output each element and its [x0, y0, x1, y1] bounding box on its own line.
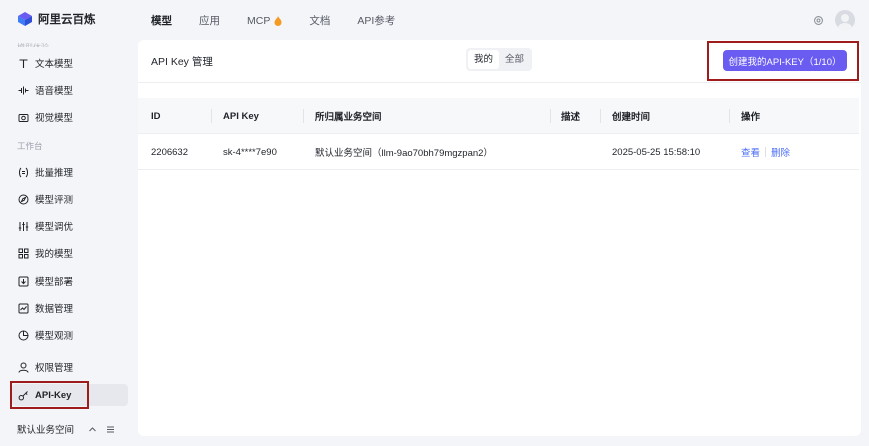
camera-icon [18, 112, 29, 123]
chart-icon [18, 303, 29, 314]
sidebar-item-label: 模型评测 [35, 195, 74, 206]
avatar-body [838, 23, 852, 30]
nav-models[interactable]: 模型 [151, 13, 172, 28]
segment-all[interactable]: 全部 [499, 50, 530, 69]
user-icon [18, 362, 29, 373]
sidebar-item-label: 权限管理 [35, 363, 74, 374]
top-bar: 阿里云百炼 模型 应用 MCP 文档 API参考 [0, 0, 869, 40]
sidebar-item-label: 数据管理 [35, 304, 74, 315]
cell-id: 2206632 [151, 146, 188, 158]
sidebar-item-label: 视觉模型 [35, 113, 74, 124]
sidebar-item-label: 我的模型 [35, 249, 74, 260]
view-link[interactable]: 查看 [741, 145, 760, 159]
nav-mcp-label: MCP [247, 14, 271, 27]
top-nav: 模型 应用 MCP 文档 API参考 [151, 13, 422, 28]
sidebar-item-batch-inference[interactable]: 批量推理 [12, 161, 128, 183]
sidebar-faded-header: 模型体验 [17, 42, 49, 47]
column-divider [600, 109, 601, 123]
column-header-workspace: 所归属业务空间 [315, 112, 382, 123]
column-divider [303, 109, 304, 123]
table-row: 2206632 sk-4****7e90 默认业务空间（llm-9ao70bh7… [138, 134, 859, 170]
chevron-up-icon[interactable] [88, 425, 97, 434]
nav-api-ref[interactable]: API参考 [357, 13, 395, 28]
workspace-switcher[interactable]: 默认业务空间 [17, 422, 115, 436]
avatar-head [841, 14, 849, 22]
logo[interactable]: 阿里云百炼 [17, 11, 96, 27]
workspace-label: 默认业务空间 [17, 425, 75, 436]
sidebar-item-label: 批量推理 [35, 168, 74, 179]
action-divider [765, 147, 767, 157]
column-header-created: 创建时间 [612, 112, 651, 123]
sidebar-item-data-mgmt[interactable]: 数据管理 [12, 297, 128, 319]
column-header-description: 描述 [561, 112, 581, 123]
nav-apps[interactable]: 应用 [199, 13, 220, 28]
column-header-actions: 操作 [741, 112, 761, 123]
nav-mcp[interactable]: MCP [247, 13, 282, 28]
gear-icon [813, 15, 823, 25]
sidebar-item-label: 文本模型 [35, 59, 74, 70]
top-right-tools [811, 10, 855, 30]
column-header-id: ID [151, 110, 161, 122]
column-divider [550, 109, 551, 123]
page-title: API Key 管理 [151, 56, 213, 68]
tune-icon [18, 221, 29, 232]
compass-icon [18, 194, 29, 205]
main-panel: API Key 管理 我的 全部 创建我的API-KEY（1/10） ID AP… [138, 40, 861, 436]
sidebar-item-model-eval[interactable]: 模型评测 [12, 188, 128, 210]
ownership-segmented-control: 我的 全部 [466, 48, 533, 71]
column-divider [729, 109, 730, 123]
sidebar-section-workbench: 工作台 [17, 141, 43, 151]
api-key-table: ID API Key 所归属业务空间 描述 创建时间 操作 2206632 sk… [138, 98, 859, 170]
cell-actions: 查看 删除 [741, 134, 790, 170]
sidebar-item-my-models[interactable]: 我的模型 [12, 242, 128, 264]
sidebar-item-voice-model[interactable]: 语音模型 [12, 79, 128, 101]
sidebar-item-vision-model[interactable]: 视觉模型 [12, 106, 128, 128]
sidebar-item-model-observe[interactable]: 模型观测 [12, 324, 128, 346]
deploy-icon [18, 276, 29, 287]
grid-icon [18, 248, 29, 259]
segment-mine[interactable]: 我的 [468, 50, 500, 69]
sidebar-item-model-tune[interactable]: 模型调优 [12, 215, 128, 237]
sidebar-item-label: 模型部署 [35, 277, 74, 288]
delete-link[interactable]: 删除 [771, 145, 790, 159]
bailian-logo-icon [18, 12, 32, 26]
nav-docs[interactable]: 文档 [309, 13, 330, 28]
waveform-icon [18, 85, 29, 96]
text-icon [18, 58, 29, 69]
cell-api-key: sk-4****7e90 [223, 146, 277, 158]
highlight-box-api-key [10, 381, 89, 409]
app-name: 阿里云百炼 [38, 14, 96, 26]
sidebar-item-label: 语音模型 [35, 86, 74, 97]
flame-icon [274, 15, 282, 26]
header-divider [138, 82, 861, 83]
pie-icon [18, 330, 29, 341]
column-divider [211, 109, 212, 123]
avatar[interactable] [835, 10, 855, 30]
sidebar-item-text-model[interactable]: 文本模型 [12, 52, 128, 74]
table-header: ID API Key 所归属业务空间 描述 创建时间 操作 [138, 98, 859, 134]
highlight-box-create-button [707, 41, 859, 81]
sidebar-item-label: 模型观测 [35, 331, 74, 342]
menu-icon[interactable] [106, 425, 115, 434]
batch-icon [18, 167, 29, 178]
sidebar-item-permissions[interactable]: 权限管理 [12, 356, 128, 378]
column-header-api-key: API Key [223, 110, 259, 122]
cell-created-time: 2025-05-25 15:58:10 [612, 146, 701, 158]
settings-button[interactable] [811, 13, 825, 27]
sidebar-item-label: 模型调优 [35, 222, 74, 233]
cell-workspace: 默认业务空间（llm-9ao70bh79mgzpan2） [315, 148, 493, 159]
sidebar-item-model-deploy[interactable]: 模型部署 [12, 270, 128, 292]
